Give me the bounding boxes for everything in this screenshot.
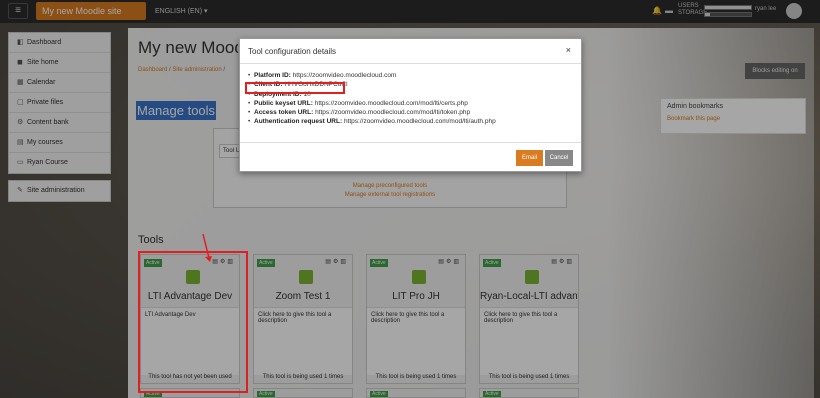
close-icon[interactable]: × xyxy=(566,45,571,55)
config-label: Public keyset URL: xyxy=(254,99,313,107)
tool-config-modal: Tool configuration details × • Platform I… xyxy=(239,38,582,172)
config-value: https://zoomvideo.moodlecloud.com/mod/lt… xyxy=(314,99,468,107)
modal-title: Tool configuration details xyxy=(248,47,337,56)
config-row: • Access token URL: https://zoomvideo.moo… xyxy=(248,109,471,117)
config-row: • Public keyset URL: https://zoomvideo.mo… xyxy=(248,99,468,107)
config-value: https://zoomvideo.moodlecloud.com xyxy=(292,72,397,79)
arrow-icon xyxy=(202,233,212,262)
client-id-highlight xyxy=(245,82,345,94)
config-row: • Authentication request URL: https://zoo… xyxy=(248,118,496,126)
modal-header: Tool configuration details × xyxy=(240,39,581,64)
config-row: • Platform ID: https://zoomvideo.moodlecl… xyxy=(248,72,397,79)
cancel-button[interactable]: Cancel xyxy=(545,150,573,166)
config-label: Access token URL: xyxy=(254,109,314,117)
highlight-box xyxy=(138,251,248,393)
modal-body: • Platform ID: https://zoomvideo.moodlecl… xyxy=(248,71,573,127)
config-value: https://zoomvideo.moodlecloud.com/mod/lt… xyxy=(343,118,496,126)
modal-footer: Email Cancel xyxy=(240,142,581,173)
config-label: Platform ID: xyxy=(254,72,291,79)
config-label: Authentication request URL: xyxy=(254,118,343,126)
config-value: https://zoomvideo.moodlecloud.com/mod/lt… xyxy=(315,109,471,117)
email-button[interactable]: Email xyxy=(516,150,543,166)
